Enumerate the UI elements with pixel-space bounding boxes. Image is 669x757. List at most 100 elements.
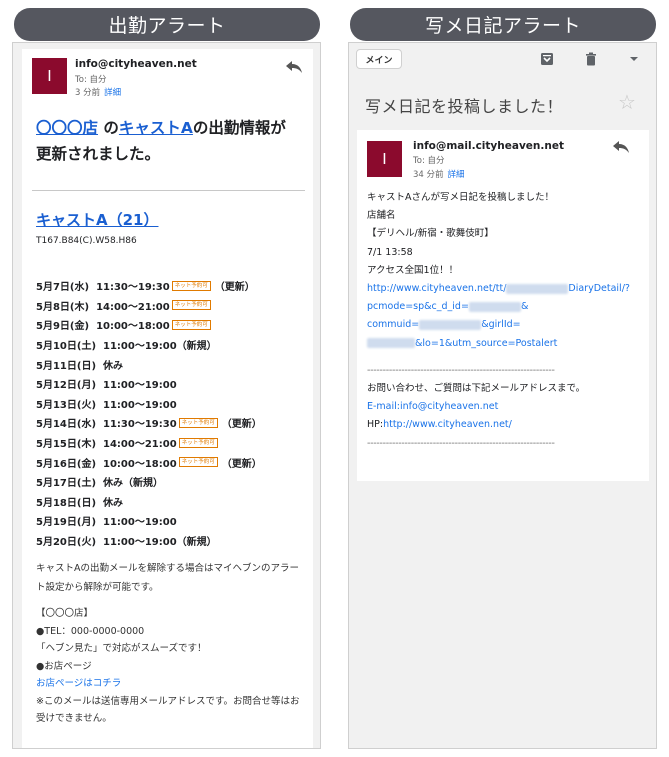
url-part[interactable]: DiaryDetail/? xyxy=(568,283,630,294)
archive-icon[interactable] xyxy=(540,52,554,66)
schedule-row: 5月7日(水) 11:30〜19:30 ネット予約可 （更新） xyxy=(36,276,306,296)
headline: 〇〇〇店 のキャストAの出勤情報が更新されました。 xyxy=(36,115,301,167)
diary-alert-panel: メイン 写メ日記を投稿しました！ ☆ I info@mail.cityheave… xyxy=(348,42,657,749)
schedule-row: 5月10日(土) 11:00〜19:00（新規） xyxy=(36,335,306,355)
url-part[interactable]: &girlId= xyxy=(481,319,520,330)
schedule-date: 5月9日(金) xyxy=(36,321,90,333)
shop-page-link[interactable]: お店ページはコチラ xyxy=(36,675,308,693)
diary-url-line[interactable]: http://www.cityheaven.net/tt/DiaryDetail… xyxy=(367,280,647,298)
avatar: I xyxy=(32,58,67,94)
net-reservation-badge: ネット予約可 xyxy=(178,457,218,468)
schedule-date: 5月14日(水) xyxy=(36,419,97,431)
schedule-row: 5月18日(日) 休み xyxy=(36,492,306,512)
diary-url-line[interactable]: &lo=1&utm_source=Postalert xyxy=(367,335,647,353)
sender-address: info@mail.cityheaven.net xyxy=(413,140,564,152)
schedule-date: 5月18日(日) xyxy=(36,497,97,509)
contact-email-link[interactable]: E-mail:info@cityheaven.net xyxy=(367,398,647,416)
body-line: 【デリヘル/新宿・歌舞伎町】 xyxy=(367,228,494,240)
email-subject: 写メ日記を投稿しました！ xyxy=(365,97,564,116)
net-reservation-badge: ネット予約可 xyxy=(171,280,211,291)
toolbar: メイン xyxy=(349,43,656,76)
schedule-date: 5月13日(火) xyxy=(36,399,97,411)
schedule-time: 10:00〜18:00 xyxy=(103,458,177,470)
cast-name-link[interactable]: キャストA（21） xyxy=(36,209,158,230)
net-reservation-badge: ネット予約可 xyxy=(171,300,211,311)
schedule-time: 11:00〜19:00（新規） xyxy=(103,537,217,549)
redacted-segment xyxy=(468,301,521,312)
dashed-separator: ----------------------------------------… xyxy=(367,437,555,449)
headline-text: の xyxy=(98,119,119,137)
schedule-time: 10:00〜18:00 xyxy=(96,321,170,333)
recipient: To: 自分 xyxy=(413,156,445,166)
schedule-date: 5月10日(土) xyxy=(36,341,97,353)
main-label-button[interactable]: メイン xyxy=(356,49,402,69)
schedule-row: 5月14日(水) 11:30〜19:30 ネット予約可 （更新） xyxy=(36,413,306,433)
chevron-down-icon[interactable] xyxy=(627,52,641,66)
dashed-separator: ----------------------------------------… xyxy=(367,364,555,376)
email-card: I info@mail.cityheaven.net To: 自分 34 分前詳… xyxy=(357,130,649,481)
schedule-date: 5月8日(木) xyxy=(36,301,90,313)
avatar: I xyxy=(367,141,402,177)
inquiry-text: お問い合わせ、ご質問は下記メールアドレスまで。 xyxy=(367,383,586,395)
reply-icon[interactable] xyxy=(286,61,302,73)
hp-label: HP: xyxy=(367,419,384,431)
redacted-segment xyxy=(367,338,415,349)
shop-footer: 【〇〇〇店】 ●TEL：000-0000-0000 「ヘブン見た」で対応がスムー… xyxy=(36,605,308,728)
schedule-date: 5月7日(水) xyxy=(36,282,90,294)
email-body: キャストAさんが写メ日記を投稿しました！ 店舗名 【デリヘル/新宿・歌舞伎町】 … xyxy=(367,189,647,453)
schedule-date: 5月16日(金) xyxy=(36,458,97,470)
reply-icon[interactable] xyxy=(613,141,629,153)
url-part[interactable]: & xyxy=(521,301,528,312)
schedule-date: 5月11日(日) xyxy=(36,360,97,372)
schedule-date: 5月12日(月) xyxy=(36,380,97,392)
net-reservation-badge: ネット予約可 xyxy=(171,319,211,330)
star-icon[interactable]: ☆ xyxy=(618,90,636,114)
schedule-row: 5月17日(土) 休み（新規） xyxy=(36,472,306,492)
schedule-row: 5月9日(金) 10:00〜18:00 ネット予約可 xyxy=(36,315,306,335)
schedule-time: 11:00〜19:00 xyxy=(103,380,177,392)
email-card: I info@cityheaven.net To: 自分 3 分前 詳細 〇〇〇店… xyxy=(22,49,313,748)
url-part[interactable]: commuid= xyxy=(367,319,419,330)
schedule-time: 14:00〜21:00 xyxy=(103,439,177,451)
recipient: To: 自分 xyxy=(75,75,107,85)
schedule-date: 5月15日(木) xyxy=(36,439,97,451)
hp-link[interactable]: http://www.cityheaven.net/ xyxy=(383,419,512,430)
body-line: アクセス全国1位！！ xyxy=(367,264,459,276)
cast-link[interactable]: キャストA xyxy=(119,119,193,137)
shop-page-label: ●お店ページ xyxy=(36,660,92,672)
diary-url-line[interactable]: commuid= &girlId= xyxy=(367,316,647,334)
url-part[interactable]: pcmode=sp&c_d_id= xyxy=(367,301,469,312)
schedule-note: （更新） xyxy=(221,419,262,431)
divider xyxy=(32,190,305,191)
schedule-time: 11:30〜19:30 xyxy=(103,419,177,431)
unsubscribe-note: キャストAの出勤メールを解除する場合はマイヘブンのアラート設定から解除が可能です… xyxy=(36,563,299,593)
shop-link[interactable]: 〇〇〇店 xyxy=(36,119,98,137)
schedule-time: 休み xyxy=(103,360,124,372)
trash-icon[interactable] xyxy=(584,52,598,66)
diary-url-line[interactable]: pcmode=sp&c_d_id= & xyxy=(367,298,647,316)
detail-link[interactable]: 詳細 xyxy=(104,88,121,98)
url-part[interactable]: http://www.cityheaven.net/tt/ xyxy=(367,283,506,294)
hp-line: HP:http://www.cityheaven.net/ xyxy=(367,416,647,434)
detail-link[interactable]: 詳細 xyxy=(448,170,465,180)
schedule-date: 5月19日(月) xyxy=(36,517,97,529)
schedule-row: 5月19日(月) 11:00〜19:00 xyxy=(36,511,306,531)
schedule-note: （更新） xyxy=(221,458,262,470)
alert-title-diary: 写メ日記アラート xyxy=(350,8,656,41)
body-line: 店舗名 xyxy=(367,210,396,222)
schedule-row: 5月15日(木) 14:00〜21:00 ネット予約可 xyxy=(36,433,306,453)
shop-tel: ●TEL：000-0000-0000 xyxy=(36,625,145,637)
body-line: キャストAさんが写メ日記を投稿しました！ xyxy=(367,192,554,203)
timestamp: 34 分前 詳細 xyxy=(413,168,465,180)
net-reservation-badge: ネット予約可 xyxy=(178,437,218,448)
alert-title-work: 出勤アラート xyxy=(14,8,320,41)
url-part[interactable]: &lo=1&utm_source=Postalert xyxy=(415,338,557,349)
schedule-list: 5月7日(水) 11:30〜19:30 ネット予約可 （更新） 5月8日(木) 14:00… xyxy=(36,276,306,550)
redacted-segment xyxy=(506,283,569,294)
schedule-time: 休み xyxy=(103,497,124,509)
cast-spec: T167.B84(C).W58.H86 xyxy=(36,236,137,246)
schedule-note: （更新） xyxy=(214,282,255,294)
schedule-time: 休み（新規） xyxy=(103,478,164,490)
schedule-date: 5月17日(土) xyxy=(36,478,97,490)
